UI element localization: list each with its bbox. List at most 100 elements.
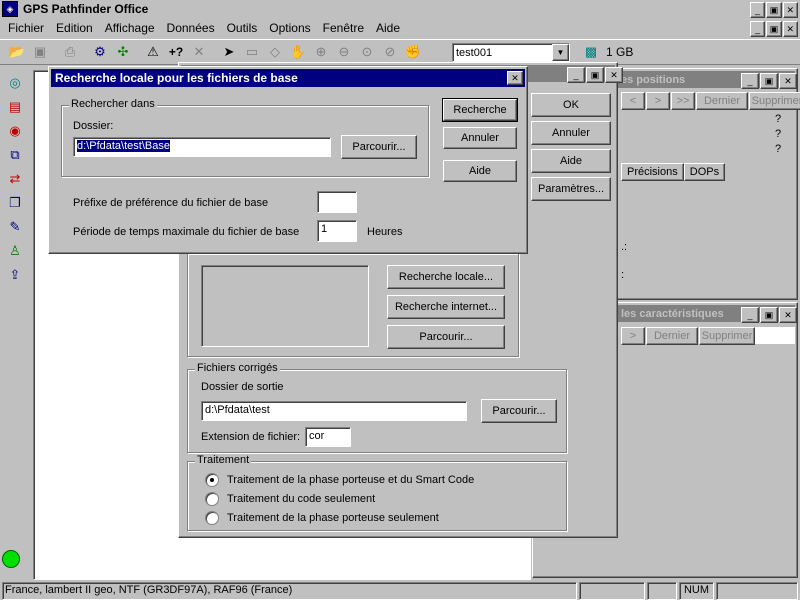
transfer-icon[interactable]: ⇄ xyxy=(4,168,26,190)
menu-fichier[interactable]: Fichier xyxy=(2,21,50,35)
network-icon[interactable]: ⧉ xyxy=(4,144,26,166)
cross-icon[interactable]: ✕ xyxy=(188,41,210,63)
radio-carrier-smartcode[interactable] xyxy=(205,473,219,487)
output-folder-input[interactable]: d:\Pfdata\test xyxy=(201,401,467,421)
app-title-bar: ◈ GPS Pathfinder Office xyxy=(0,0,800,18)
features-field[interactable] xyxy=(755,327,795,344)
period-input[interactable]: 1 xyxy=(317,220,357,242)
search-cancel-button[interactable]: Annuler xyxy=(443,127,517,149)
zoom-in-icon[interactable]: ⊕ xyxy=(310,41,332,63)
open-icon[interactable]: 📂 xyxy=(6,41,28,63)
zoom-previous-icon[interactable]: ⊘ xyxy=(379,41,401,63)
positions-delete-button[interactable]: Supprimer xyxy=(749,92,800,110)
prefix-input[interactable] xyxy=(317,191,357,213)
positions-window-controls: _ ▣ ✕ xyxy=(741,73,797,89)
menu-aide[interactable]: Aide xyxy=(370,21,406,35)
eraser-icon[interactable]: ◇ xyxy=(264,41,286,63)
edit-icon[interactable]: ✎ xyxy=(4,216,26,238)
differential-icon[interactable]: ✣ xyxy=(112,41,134,63)
ok-button[interactable]: OK xyxy=(531,93,611,117)
project-folder-icon[interactable]: ▩ xyxy=(580,41,602,63)
save-icon[interactable]: ▣ xyxy=(29,41,51,63)
tab-dops[interactable]: DOPs xyxy=(683,163,726,181)
features-delete-button[interactable]: Supprimer xyxy=(699,327,755,345)
tab-precisions[interactable]: Précisions xyxy=(621,163,684,181)
radio-carrier-only[interactable] xyxy=(205,511,219,525)
close-button[interactable]: ✕ xyxy=(782,2,798,18)
app-icon[interactable]: ◈ xyxy=(2,1,18,17)
menu-options[interactable]: Options xyxy=(263,21,316,35)
period-label: Période de temps maximale du fichier de … xyxy=(73,226,300,238)
maximize-button[interactable]: ▣ xyxy=(766,2,782,18)
grab-icon[interactable]: ✊ xyxy=(402,41,424,63)
local-search-close-button[interactable]: ✕ xyxy=(507,71,523,85)
positions-nav: < > >> Dernier Supprimer xyxy=(621,92,800,110)
internet-search-button[interactable]: Recherche internet... xyxy=(387,295,505,319)
people-icon[interactable]: ♙ xyxy=(4,240,26,262)
folder-browse-button[interactable]: Parcourir... xyxy=(341,135,417,159)
copy-icon[interactable]: ❐ xyxy=(4,192,26,214)
folder-input[interactable]: d:\Pfdata\test\Base xyxy=(73,137,331,157)
chevron-down-icon[interactable]: ▼ xyxy=(552,44,569,61)
correction-minimize-button[interactable]: _ xyxy=(567,67,585,83)
search-help-button[interactable]: Aide xyxy=(443,160,517,182)
process-icon[interactable]: ⚙ xyxy=(89,41,111,63)
positions-prev-button[interactable]: < xyxy=(621,92,645,110)
correction-help-button[interactable]: Aide xyxy=(531,149,611,173)
features-last-button[interactable]: Dernier xyxy=(646,327,698,345)
ruler-icon[interactable]: ▭ xyxy=(241,41,263,63)
positions-minimize-button[interactable]: _ xyxy=(741,73,759,89)
option-carrier-smartcode-label: Traitement de la phase porteuse et du Sm… xyxy=(227,474,475,486)
pan-hand-icon[interactable]: ✋ xyxy=(287,41,309,63)
local-search-title-bar: Recherche locale pour les fichiers de ba… xyxy=(51,69,525,87)
satellite-icon[interactable]: ⚠ xyxy=(142,41,164,63)
extension-input[interactable]: cor xyxy=(305,427,351,447)
menu-outils[interactable]: Outils xyxy=(221,21,264,35)
search-button[interactable]: Recherche xyxy=(442,98,518,122)
positions-maximize-button[interactable]: ▣ xyxy=(760,73,778,89)
menu-edition[interactable]: Edition xyxy=(50,21,99,35)
features-maximize-button[interactable]: ▣ xyxy=(760,307,778,323)
mdi-close-button[interactable]: ✕ xyxy=(782,21,798,37)
correction-cancel-button[interactable]: Annuler xyxy=(531,121,611,145)
folder-label: Dossier: xyxy=(73,120,114,132)
local-search-button[interactable]: Recherche locale... xyxy=(387,265,505,289)
minimize-button[interactable]: _ xyxy=(750,2,766,18)
correction-close-button[interactable]: ✕ xyxy=(605,67,623,83)
option-carrier-smartcode[interactable]: Traitement de la phase porteuse et du Sm… xyxy=(205,473,474,487)
positions-last-nav-button[interactable]: >> xyxy=(671,92,695,110)
features-close-button[interactable]: ✕ xyxy=(779,307,797,323)
correction-maximize-button[interactable]: ▣ xyxy=(586,67,604,83)
params-button[interactable]: Paramètres... xyxy=(531,177,611,201)
zoom-out-icon[interactable]: ⊖ xyxy=(333,41,355,63)
radio-code-only[interactable] xyxy=(205,492,219,506)
map-icon[interactable]: ▤ xyxy=(4,96,26,118)
menu-affichage[interactable]: Affichage xyxy=(99,21,161,35)
features-minimize-button[interactable]: _ xyxy=(741,307,759,323)
base-files-list[interactable] xyxy=(201,265,369,347)
menu-donnees[interactable]: Données xyxy=(161,21,221,35)
option-carrier-only[interactable]: Traitement de la phase porteuse seulemen… xyxy=(205,511,439,525)
project-icon[interactable]: ◎ xyxy=(4,72,26,94)
mdi-minimize-button[interactable]: _ xyxy=(750,21,766,37)
features-nav: > Dernier Supprimer xyxy=(621,327,755,345)
menu-fenetre[interactable]: Fenêtre xyxy=(317,21,370,35)
features-next-button[interactable]: > xyxy=(621,327,645,345)
output-browse-button[interactable]: Parcourir... xyxy=(481,399,557,423)
select-arrow-icon[interactable]: ➤ xyxy=(218,41,240,63)
menu-bar: Fichier Edition Affichage Données Outils… xyxy=(0,19,800,37)
help-pointer-icon[interactable]: +? xyxy=(165,41,187,63)
status-bar: France, lambert II geo, NTF (GR3DF97A), … xyxy=(0,582,800,600)
export-icon[interactable]: ⇪ xyxy=(4,264,26,286)
base-browse-button[interactable]: Parcourir... xyxy=(387,325,505,349)
project-select[interactable]: test001 ▼ xyxy=(452,43,570,62)
print-icon[interactable]: ⎙ xyxy=(59,41,81,63)
option-code-only[interactable]: Traitement du code seulement xyxy=(205,492,375,506)
positions-colon-2: : xyxy=(621,269,625,281)
zoom-extents-icon[interactable]: ⊙ xyxy=(356,41,378,63)
mdi-restore-button[interactable]: ▣ xyxy=(766,21,782,37)
positions-last-button[interactable]: Dernier xyxy=(696,92,748,110)
positions-close-button[interactable]: ✕ xyxy=(779,73,797,89)
target-icon[interactable]: ◉ xyxy=(4,120,26,142)
positions-next-button[interactable]: > xyxy=(646,92,670,110)
